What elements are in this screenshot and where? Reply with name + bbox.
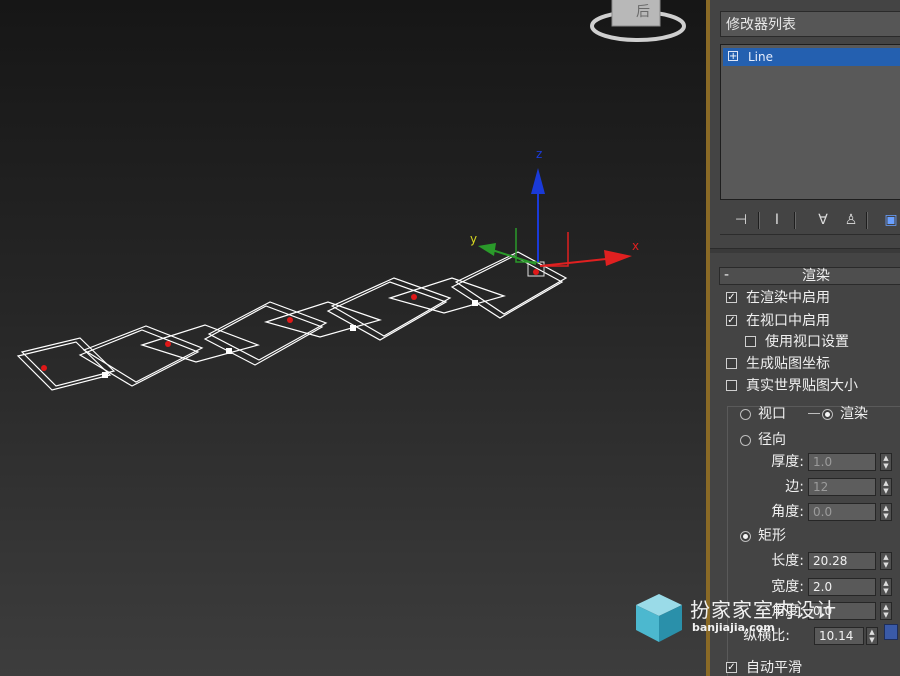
viewcube-face-label: 后 (636, 4, 650, 20)
watermark-cube-logo (636, 594, 682, 642)
auto-smooth-checkbox[interactable]: ✓ (726, 662, 737, 673)
modifier-list-dropdown[interactable]: 修改器列表 (720, 11, 900, 37)
generate-mapping-coords-label: 生成贴图坐标 (746, 356, 830, 372)
stack-item-label: Line (748, 50, 774, 64)
enable-in-renderer-checkbox[interactable]: ✓ (726, 292, 737, 303)
toolbar-separator (866, 212, 868, 229)
z-axis-label: z (536, 147, 542, 161)
configure-modifier-sets-icon[interactable]: ▣ (880, 210, 900, 230)
radial-angle-row: 角度: 0.0 ▲ ▼ (710, 502, 900, 522)
rectangular-radio[interactable] (740, 531, 751, 542)
command-panel-modify: 修改器列表 + Line ⬍ ⊣ Ⅰ ∀ ♙ ▣ - 渲染 ✓ 在渲染中启用 ✓… (710, 0, 900, 676)
viewport-radio[interactable] (740, 409, 751, 420)
modifier-stack[interactable]: + Line ⬍ (720, 44, 900, 200)
viewport-radio-label: 视口 (758, 406, 786, 422)
thickness-input[interactable]: 1.0 (808, 453, 876, 471)
radial-radio-label: 径向 (758, 432, 786, 448)
y-axis-label: y (470, 232, 477, 246)
length-input[interactable]: 20.28 (808, 552, 876, 570)
thickness-label: 厚度: (771, 454, 804, 470)
thickness-spinner-icon[interactable]: ▲ ▼ (880, 453, 892, 471)
expand-plus-icon[interactable]: + (728, 51, 738, 62)
stack-item-line[interactable]: + Line ⬍ (723, 48, 900, 66)
rendering-rollout-title: 渲染 (802, 268, 830, 284)
use-viewport-settings-checkbox[interactable] (745, 336, 756, 347)
length-spinner-icon[interactable]: ▲ ▼ (880, 552, 892, 570)
rollout-separator (710, 248, 900, 253)
sides-spinner-icon[interactable]: ▲ ▼ (880, 478, 892, 496)
rect-angle-spinner-icon[interactable]: ▲ ▼ (880, 602, 892, 620)
length-label: 长度: (771, 553, 804, 569)
viewport-canvas[interactable]: 后 z x y (0, 0, 706, 676)
rect-length-row: 长度: 20.28 ▲ ▼ (710, 551, 900, 571)
stack-toolbar: ⊣ Ⅰ ∀ ♙ ▣ (720, 206, 900, 235)
enable-in-renderer-label: 在渲染中启用 (746, 290, 830, 306)
radial-sides-row: 边: 12 ▲ ▼ (710, 477, 900, 497)
watermark-title: 扮家家室内设计 (690, 598, 837, 622)
remove-modifier-icon[interactable]: ♙ (840, 210, 862, 230)
radio-link-line (808, 413, 820, 414)
real-world-map-size-checkbox[interactable] (726, 380, 737, 391)
rectangular-radio-label: 矩形 (758, 528, 786, 544)
show-end-result-icon[interactable]: Ⅰ (766, 210, 788, 230)
enable-in-viewport-checkbox[interactable]: ✓ (726, 315, 737, 326)
renderer-radio-label: 渲染 (840, 406, 868, 422)
renderer-radio[interactable] (822, 409, 833, 420)
watermark-url: banjiajia.com (692, 621, 775, 634)
aspect-lock-icon[interactable] (884, 624, 898, 640)
real-world-map-size-label: 真实世界贴图大小 (746, 378, 858, 394)
toolbar-separator (758, 212, 760, 229)
viewcube[interactable]: 后 (590, 0, 686, 42)
transform-gizmo[interactable]: z x y (470, 147, 639, 277)
auto-smooth-label: 自动平滑 (746, 660, 802, 676)
sides-label: 边: (785, 479, 804, 495)
watermark: 扮家家室内设计 banjiajia.com (632, 588, 872, 648)
z-axis-arrow-icon[interactable] (531, 168, 545, 194)
rollout-collapse-toggle[interactable]: - (724, 267, 729, 283)
radial-thickness-row: 厚度: 1.0 ▲ ▼ (710, 452, 900, 472)
spline-vertices[interactable] (41, 269, 539, 378)
width-spinner-icon[interactable]: ▲ ▼ (880, 578, 892, 596)
pin-stack-icon[interactable]: ⊣ (730, 210, 752, 230)
enable-in-viewport-label: 在视口中启用 (746, 313, 830, 329)
radial-angle-spinner-icon[interactable]: ▲ ▼ (880, 503, 892, 521)
perspective-viewport[interactable]: 后 z x y (0, 0, 706, 676)
radial-angle-label: 角度: (771, 504, 804, 520)
use-viewport-settings-label: 使用视口设置 (765, 334, 849, 350)
make-unique-icon[interactable]: ∀ (812, 210, 834, 230)
x-axis-arrow-icon[interactable] (604, 250, 632, 266)
modifier-list-label: 修改器列表 (726, 17, 796, 33)
y-axis-arrow-icon[interactable] (478, 243, 496, 256)
radial-angle-input[interactable]: 0.0 (808, 503, 876, 521)
sides-input[interactable]: 12 (808, 478, 876, 496)
generate-mapping-coords-checkbox[interactable] (726, 358, 737, 369)
rendering-rollout-header[interactable]: - 渲染 (719, 267, 900, 285)
radial-radio[interactable] (740, 435, 751, 446)
x-axis-label: x (632, 239, 639, 253)
toolbar-separator (794, 212, 796, 229)
